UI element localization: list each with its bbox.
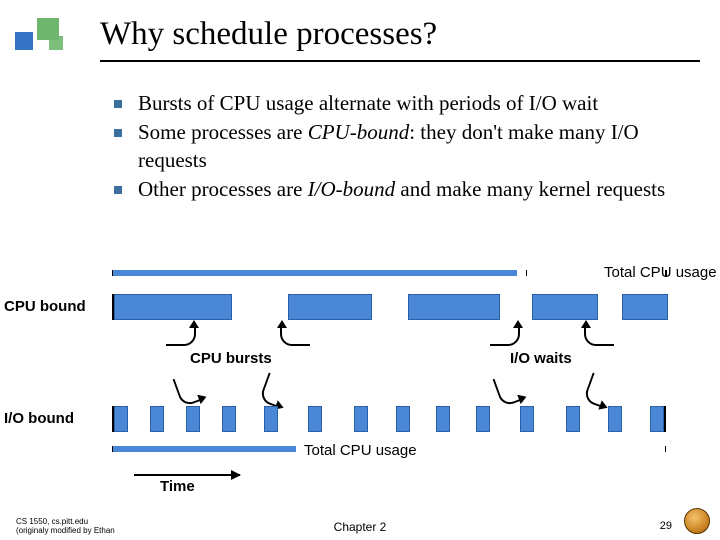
io-waits-label: I/O waits bbox=[510, 350, 572, 367]
bullet-3-post: and make many kernel requests bbox=[395, 177, 665, 201]
bullet-3: Other processes are I/O-bound and make m… bbox=[104, 176, 684, 203]
corner-decoration bbox=[15, 18, 71, 54]
burst-arrow-1 bbox=[166, 326, 196, 346]
iowait-arrow-1 bbox=[490, 326, 520, 346]
io-burst bbox=[222, 406, 236, 432]
io-burst bbox=[264, 406, 278, 432]
cpu-bursts-label: CPU bursts bbox=[190, 350, 272, 367]
io-burst bbox=[436, 406, 450, 432]
total-cpu-usage-label-bottom: Total CPU usage bbox=[304, 442, 417, 459]
footer-line2: (originaly modified by Ethan bbox=[16, 527, 115, 536]
bullet-2: Some processes are CPU-bound: they don't… bbox=[104, 119, 684, 174]
down-arrow-2 bbox=[258, 372, 287, 407]
burst-arrow-2 bbox=[280, 326, 310, 346]
footer-chapter: Chapter 2 bbox=[334, 520, 387, 534]
down-arrow-4 bbox=[582, 372, 611, 407]
cpu-burst bbox=[622, 294, 668, 320]
io-burst bbox=[520, 406, 534, 432]
down-arrow-1 bbox=[172, 372, 201, 407]
cpu-burst bbox=[532, 294, 598, 320]
io-burst bbox=[186, 406, 200, 432]
bullet-1: Bursts of CPU usage alternate with perio… bbox=[104, 90, 684, 117]
cpu-bound-track bbox=[112, 294, 666, 320]
diagram-stage: Total CPU usage CPU bound CPU bursts I/O… bbox=[0, 270, 720, 510]
time-label: Time bbox=[160, 478, 195, 495]
footer-attribution: CS 1550, cs.pitt.edu (originaly modified… bbox=[16, 518, 115, 536]
page-number: 29 bbox=[660, 520, 672, 532]
cpu-bound-row-label: CPU bound bbox=[4, 298, 86, 315]
io-burst bbox=[476, 406, 490, 432]
cpu-burst bbox=[114, 294, 232, 320]
time-axis bbox=[134, 474, 240, 476]
io-burst bbox=[150, 406, 164, 432]
bullet-2-em: CPU-bound bbox=[308, 120, 410, 144]
bullet-3-em: I/O-bound bbox=[308, 177, 396, 201]
cpu-burst bbox=[288, 294, 372, 320]
io-burst bbox=[308, 406, 322, 432]
io-burst bbox=[396, 406, 410, 432]
bullet-3-pre: Other processes are bbox=[138, 177, 308, 201]
io-bound-row-label: I/O bound bbox=[4, 410, 74, 427]
io-burst bbox=[354, 406, 368, 432]
cpu-burst bbox=[408, 294, 500, 320]
bullet-2-pre: Some processes are bbox=[138, 120, 308, 144]
io-burst bbox=[650, 406, 664, 432]
io-bound-usage-fill bbox=[113, 446, 296, 452]
seal-icon bbox=[684, 508, 710, 534]
bullet-list: Bursts of CPU usage alternate with perio… bbox=[104, 90, 684, 205]
slide-title: Why schedule processes? bbox=[100, 16, 437, 53]
down-arrow-3 bbox=[492, 372, 521, 407]
iowait-arrow-2 bbox=[584, 326, 614, 346]
io-burst bbox=[566, 406, 580, 432]
cpu-bound-usage-track bbox=[112, 270, 666, 276]
io-bound-track bbox=[112, 406, 666, 432]
cpu-bound-usage-fill bbox=[113, 270, 517, 276]
bullet-1-text: Bursts of CPU usage alternate with perio… bbox=[138, 91, 598, 115]
title-underline bbox=[100, 60, 700, 62]
total-cpu-usage-label-top: Total CPU usage bbox=[604, 264, 717, 281]
io-burst bbox=[608, 406, 622, 432]
io-burst bbox=[114, 406, 128, 432]
